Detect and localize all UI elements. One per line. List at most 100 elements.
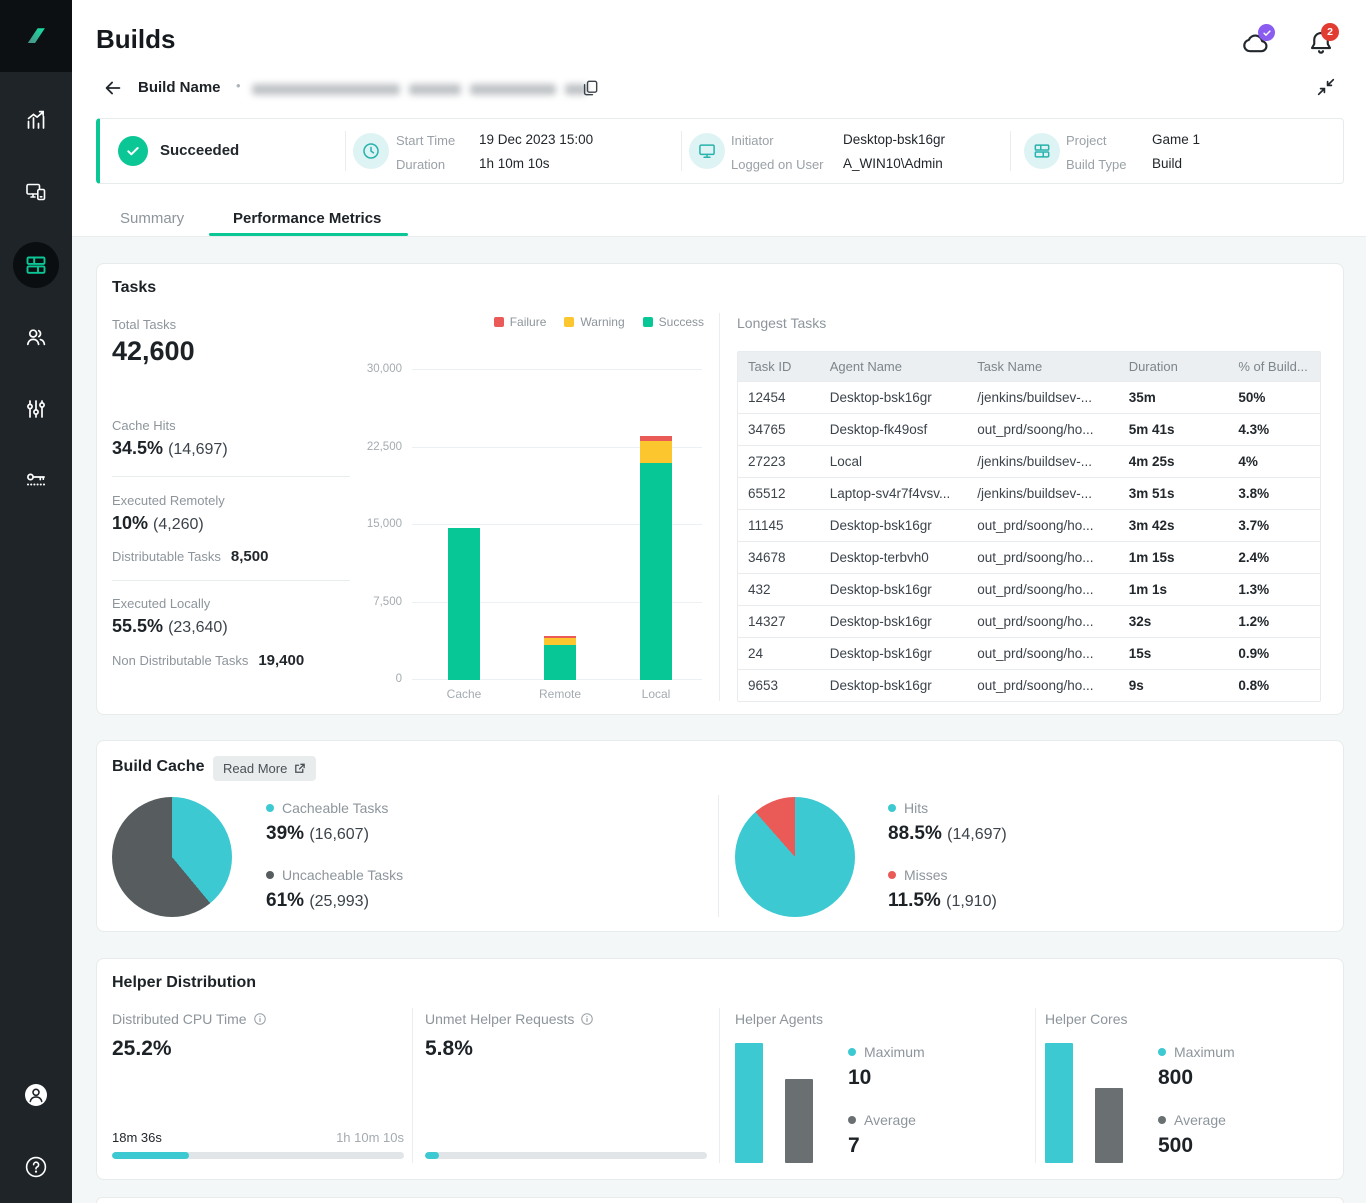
longest-tasks-title: Longest Tasks — [737, 315, 826, 331]
cell-1: 12454 — [738, 390, 820, 405]
chart-plot-area — [412, 370, 702, 680]
cell-2: Desktop-bsk16gr — [820, 518, 967, 533]
cpu-bar-right-label: 1h 10m 10s — [204, 1130, 404, 1145]
table-row[interactable]: 24Desktop-bsk16grout_prd/soong/ho...15s0… — [738, 637, 1320, 669]
build-type-value: Build — [1152, 155, 1182, 173]
cacheable-tasks-label: Cacheable Tasks — [282, 800, 388, 816]
longest-tasks-table: Task IDAgent NameTask NameDuration% of B… — [737, 351, 1321, 702]
cell-4: 9s — [1119, 678, 1229, 693]
start-time-label: Start Time — [396, 132, 455, 150]
table-row[interactable]: 9653Desktop-bsk16grout_prd/soong/ho...9s… — [738, 669, 1320, 701]
cell-5: 50% — [1228, 390, 1320, 405]
builds-grid-icon — [24, 253, 48, 277]
table-row[interactable]: 65512Laptop-sv4r7f4vsv.../jenkins/builds… — [738, 477, 1320, 509]
uncacheable-tasks-label: Uncacheable Tasks — [282, 867, 403, 883]
build-cache-title: Build Cache — [112, 758, 204, 776]
distributed-cpu-value: 25.2% — [112, 1037, 172, 1061]
y-tick-label: 30,000 — [336, 363, 402, 375]
table-row[interactable]: 12454Desktop-bsk16gr/jenkins/buildsev-..… — [738, 381, 1320, 413]
project-value: Game 1 — [1152, 131, 1200, 149]
tab-performance-metrics[interactable]: Performance Metrics — [233, 210, 381, 227]
sidebar-item-agents[interactable] — [0, 168, 72, 216]
cell-5: 4.3% — [1228, 422, 1320, 437]
legend-item-success: Success — [643, 315, 704, 329]
hits-legend: Hits — [888, 800, 928, 816]
hits-dot — [888, 804, 896, 812]
bar-chart-trend-icon — [24, 108, 48, 132]
executed-remotely-pct: 10% — [112, 513, 148, 533]
info-icon[interactable] — [253, 1012, 267, 1026]
help-icon — [24, 1155, 48, 1179]
table-row[interactable]: 34765Desktop-fk49osfout_prd/soong/ho...5… — [738, 413, 1320, 445]
table-row[interactable]: 34678Desktop-terbvh0out_prd/soong/ho...1… — [738, 541, 1320, 573]
cell-3: /jenkins/buildsev-... — [967, 486, 1118, 501]
legend-label-success: Success — [659, 315, 704, 329]
cpu-bar-left-label: 18m 36s — [112, 1130, 162, 1145]
copy-icon — [580, 78, 600, 98]
cpu-progress-track — [112, 1152, 404, 1159]
table-row[interactable]: 11145Desktop-bsk16grout_prd/soong/ho...3… — [738, 509, 1320, 541]
cell-1: 65512 — [738, 486, 820, 501]
copy-button[interactable] — [580, 78, 600, 98]
executed-remotely-count: (4,260) — [153, 516, 204, 533]
back-button[interactable] — [102, 77, 124, 99]
distributable-tasks-label: Distributable Tasks — [112, 549, 221, 564]
x-label-remote: Remote — [520, 687, 600, 701]
unmet-progress-track — [425, 1152, 707, 1159]
sidebar-item-settings[interactable] — [0, 385, 72, 433]
sidebar-item-analytics[interactable] — [0, 96, 72, 144]
hits-count: (14,697) — [947, 826, 1007, 843]
cacheable-count: (16,607) — [309, 826, 369, 843]
external-link-icon — [293, 762, 306, 775]
distributed-cpu-label-row: Distributed CPU Time — [112, 1011, 267, 1027]
cell-3: /jenkins/buildsev-... — [967, 454, 1118, 469]
bar-local-failure — [640, 436, 672, 441]
cell-2: Desktop-bsk16gr — [820, 614, 967, 629]
legend-swatch-failure — [494, 317, 504, 327]
start-time-value: 19 Dec 2023 15:00 — [479, 131, 593, 149]
cell-2: Desktop-bsk16gr — [820, 582, 967, 597]
info-icon[interactable] — [580, 1012, 594, 1026]
cores-max-legend: Maximum — [1158, 1044, 1235, 1060]
agents-avg-legend: Average — [848, 1112, 916, 1128]
tab-summary[interactable]: Summary — [120, 210, 184, 227]
sliders-icon — [24, 397, 48, 421]
sidebar-item-license[interactable] — [0, 457, 72, 505]
cell-5: 0.9% — [1228, 646, 1320, 661]
cores-avg-label: Average — [1174, 1112, 1226, 1128]
cell-1: 34765 — [738, 422, 820, 437]
monitor-icon — [689, 133, 725, 169]
executed-locally-count: (23,640) — [168, 619, 228, 636]
build-path-redacted — [252, 84, 587, 95]
incredibuild-logo[interactable] — [0, 0, 72, 72]
cell-1: 432 — [738, 582, 820, 597]
logged-on-user-value: A_WIN10\Admin — [843, 155, 943, 173]
read-more-button[interactable]: Read More — [213, 756, 316, 781]
cpu-progress-fill — [112, 1152, 189, 1159]
column-header-5: % of Build... — [1228, 359, 1320, 374]
cell-5: 3.8% — [1228, 486, 1320, 501]
cell-3: /jenkins/buildsev-... — [967, 390, 1118, 405]
status-divider — [1010, 131, 1011, 171]
cell-1: 34678 — [738, 550, 820, 565]
sidebar-user-avatar[interactable] — [0, 1071, 72, 1119]
table-row[interactable]: 14327Desktop-bsk16grout_prd/soong/ho...3… — [738, 605, 1320, 637]
legend-item-warning: Warning — [564, 315, 624, 329]
sidebar-item-builds-active[interactable] — [0, 241, 72, 289]
cell-1: 9653 — [738, 678, 820, 693]
notifications-button[interactable]: 2 — [1306, 28, 1340, 60]
sidebar-help[interactable] — [0, 1143, 72, 1191]
table-row[interactable]: 27223Local/jenkins/buildsev-...4m 25s4% — [738, 445, 1320, 477]
cores-avg-value: 500 — [1158, 1134, 1193, 1158]
cores-max-bar — [1045, 1043, 1073, 1163]
bar-remote-warning — [544, 638, 576, 645]
duration-value: 1h 10m 10s — [479, 155, 550, 173]
cloud-status-button[interactable] — [1240, 28, 1274, 60]
misses-count: (1,910) — [946, 893, 997, 910]
sidebar-item-users[interactable] — [0, 313, 72, 361]
collapse-button[interactable] — [1316, 77, 1336, 97]
cache-hits-pct: 34.5% — [112, 438, 163, 458]
legend-item-failure: Failure — [494, 315, 547, 329]
cell-2: Laptop-sv4r7f4vsv... — [820, 486, 967, 501]
table-row[interactable]: 432Desktop-bsk16grout_prd/soong/ho...1m … — [738, 573, 1320, 605]
